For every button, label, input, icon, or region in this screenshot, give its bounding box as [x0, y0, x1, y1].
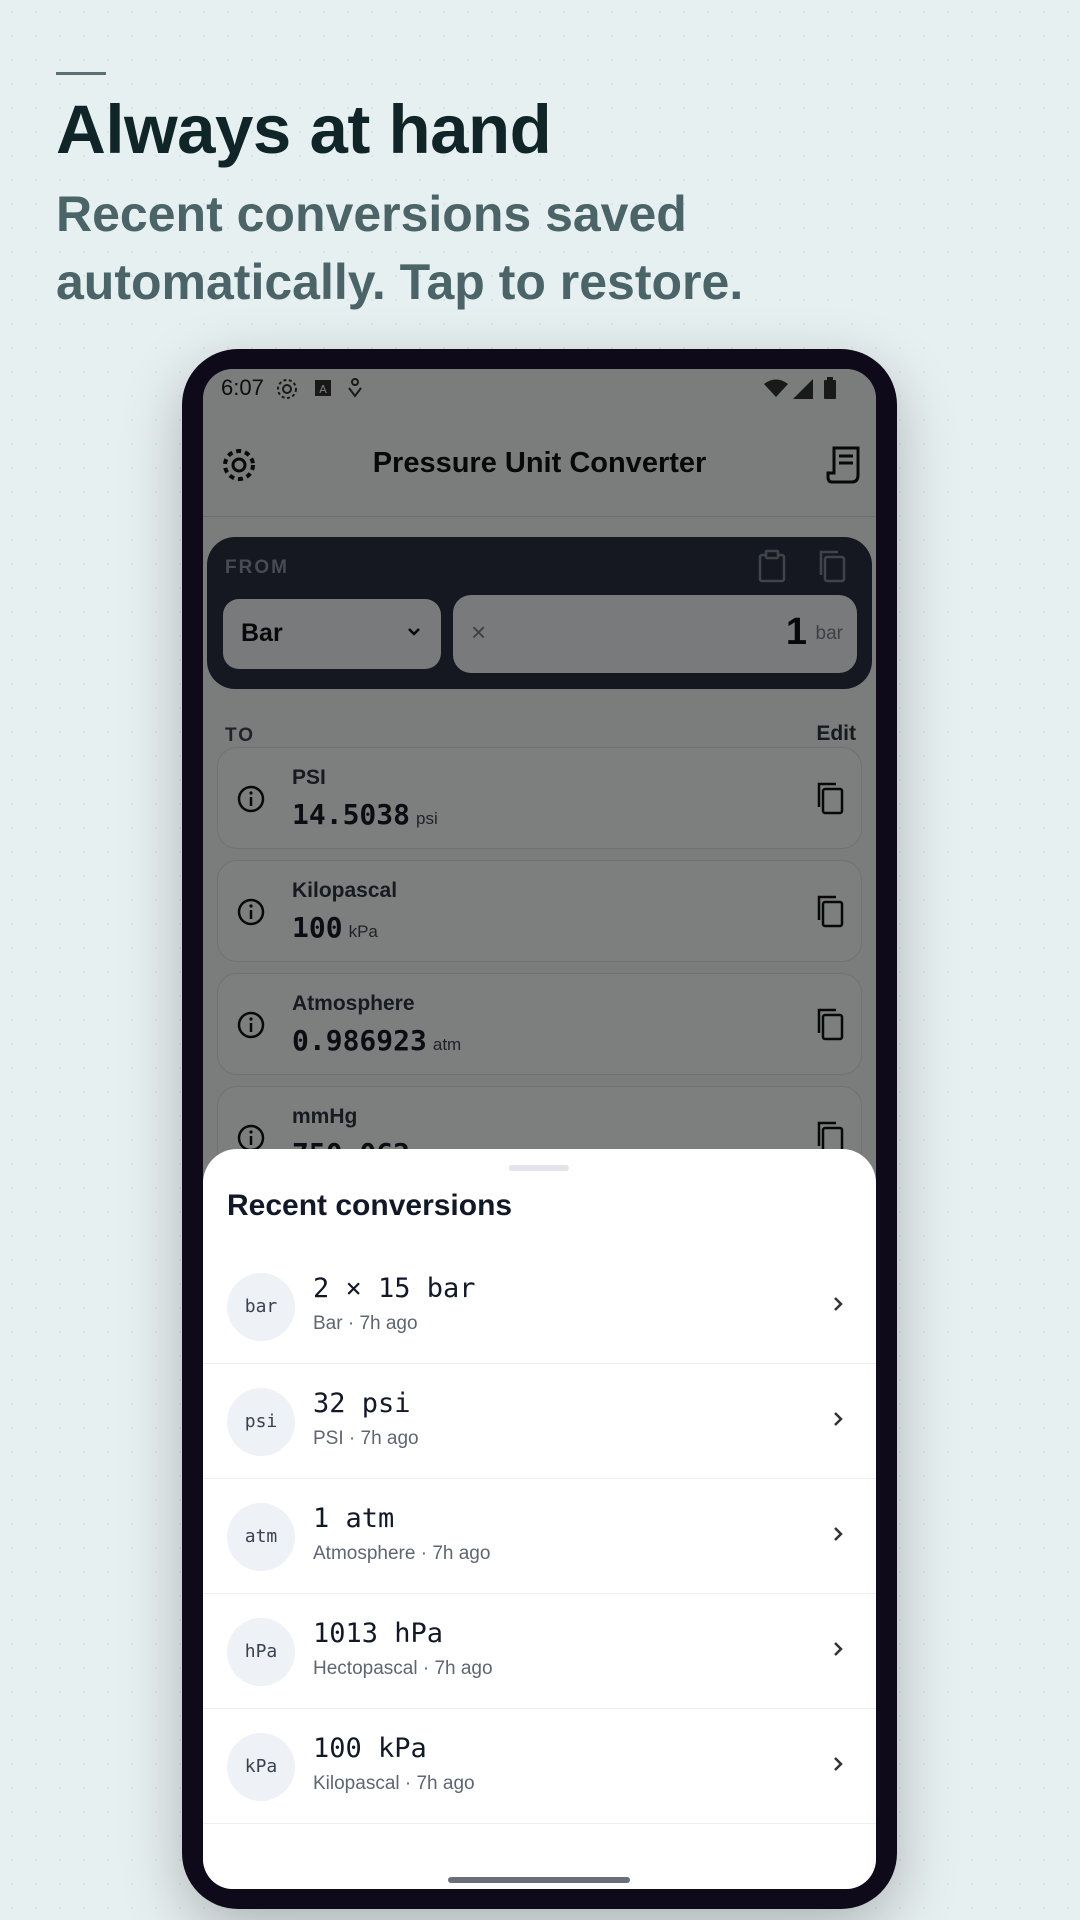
- history-item[interactable]: kPa 100 kPa Kilopascal · 7h ago: [203, 1709, 876, 1824]
- promo-subhead: Recent conversions saved automatically. …: [56, 186, 744, 310]
- history-main: 1 atm: [313, 1503, 395, 1534]
- unit-badge: hPa: [227, 1618, 295, 1686]
- history-main: 2 × 15 bar: [313, 1273, 476, 1304]
- recent-conversions-sheet: Recent conversions bar 2 × 15 bar Bar · …: [203, 1149, 876, 1889]
- history-item[interactable]: psi 32 psi PSI · 7h ago: [203, 1364, 876, 1479]
- unit-badge: psi: [227, 1388, 295, 1456]
- chevron-right-icon: [834, 1642, 843, 1656]
- chevron-right-icon: [834, 1527, 843, 1541]
- history-sub: Hectopascal · 7h ago: [313, 1658, 493, 1679]
- phone-frame: 6:07 A Pressure Unit Converter FROM: [182, 349, 897, 1909]
- chevron-right-icon: [834, 1757, 843, 1771]
- unit-badge: kPa: [227, 1733, 295, 1801]
- chevron-right-icon: [834, 1297, 843, 1311]
- history-item[interactable]: hPa 1013 hPa Hectopascal · 7h ago: [203, 1594, 876, 1709]
- history-main: 100 kPa: [313, 1733, 427, 1764]
- accent-line: [56, 72, 106, 75]
- history-main: 1013 hPa: [313, 1618, 444, 1649]
- history-sub: Kilopascal · 7h ago: [313, 1773, 475, 1794]
- history-main: 32 psi: [313, 1388, 411, 1419]
- sheet-drag-handle[interactable]: [509, 1165, 569, 1171]
- history-sub: Atmosphere · 7h ago: [313, 1543, 491, 1564]
- unit-badge: atm: [227, 1503, 295, 1571]
- history-sub: Bar · 7h ago: [313, 1313, 418, 1334]
- chevron-right-icon: [834, 1412, 843, 1426]
- phone-screen: 6:07 A Pressure Unit Converter FROM: [203, 369, 876, 1889]
- history-item[interactable]: bar 2 × 15 bar Bar · 7h ago: [203, 1249, 876, 1364]
- history-item[interactable]: atm 1 atm Atmosphere · 7h ago: [203, 1479, 876, 1594]
- history-sub: PSI · 7h ago: [313, 1428, 419, 1449]
- sheet-title: Recent conversions: [227, 1189, 513, 1222]
- unit-badge: bar: [227, 1273, 295, 1341]
- promo-headline: Always at hand: [56, 91, 552, 168]
- gesture-nav-bar[interactable]: [448, 1877, 630, 1883]
